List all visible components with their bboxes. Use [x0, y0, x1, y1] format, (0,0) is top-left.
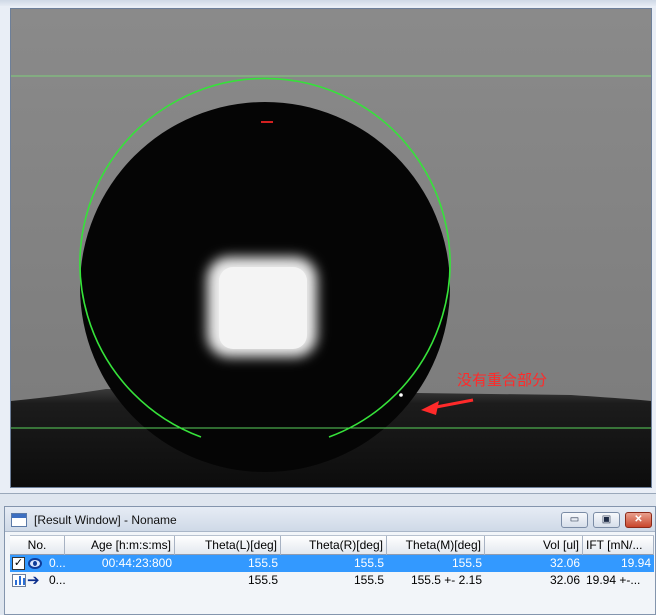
- results-table-header: No. Age [h:m:s:ms] Theta(L)[deg] Theta(R…: [10, 535, 654, 555]
- image-window: 没有重合部分: [0, 0, 656, 494]
- arrow-right-icon: ➔: [27, 572, 40, 589]
- cell-theta-r: 155.5: [353, 556, 384, 570]
- result-window-titlebar: [Result Window] - Noname ▭ ▣ ✕: [5, 507, 655, 532]
- table-row[interactable]: ➔ 0... 155.5 155.5 155.5 +- 2.15 32.06 1…: [10, 572, 654, 589]
- col-header-no[interactable]: No.: [10, 536, 65, 555]
- cell-age: [65, 572, 175, 589]
- result-window: [Result Window] - Noname ▭ ▣ ✕ No. Age […: [4, 506, 656, 615]
- drop-image: [11, 9, 651, 487]
- cell-vol: 32.06: [549, 556, 580, 570]
- cell-theta-m: 155.5: [451, 556, 482, 570]
- cell-ift: 19.94 +-...: [586, 573, 641, 587]
- annotation-label: 没有重合部分: [457, 371, 548, 389]
- result-window-icon: [11, 513, 27, 527]
- cell-theta-r: 155.5: [353, 573, 384, 587]
- cell-theta-l: 155.5: [247, 573, 278, 587]
- row-checkbox[interactable]: ✓: [12, 557, 25, 570]
- col-header-theta-l[interactable]: Theta(L)[deg]: [175, 536, 281, 555]
- bright-dot: [399, 393, 403, 397]
- cell-ift: 19.94: [620, 556, 651, 570]
- bar-chart-icon[interactable]: [12, 574, 26, 587]
- maximize-button[interactable]: ▣: [593, 512, 620, 528]
- cell-theta-l: 155.5: [247, 556, 278, 570]
- result-window-title: [Result Window] - Noname: [34, 513, 177, 527]
- col-header-theta-m[interactable]: Theta(M)[deg]: [387, 536, 485, 555]
- minimize-button[interactable]: ▭: [561, 512, 588, 528]
- image-window-topbar: [0, 0, 656, 6]
- col-header-theta-r[interactable]: Theta(R)[deg]: [281, 536, 387, 555]
- close-button[interactable]: ✕: [625, 512, 652, 528]
- col-header-age[interactable]: Age [h:m:s:ms]: [65, 536, 175, 555]
- cell-theta-m: 155.5 +- 2.15: [410, 573, 482, 587]
- drop-reflection-core: [219, 267, 307, 349]
- results-table: No. Age [h:m:s:ms] Theta(L)[deg] Theta(R…: [10, 535, 654, 589]
- table-row[interactable]: ✓ 0... 00:44:23:800 155.5 155.5 155.5 32…: [10, 555, 654, 572]
- col-header-vol[interactable]: Vol [ul]: [485, 536, 583, 555]
- drop-image-viewport[interactable]: [10, 8, 652, 488]
- cell-vol: 32.06: [549, 573, 580, 587]
- cell-age: 00:44:23:800: [101, 556, 172, 570]
- col-header-ift[interactable]: IFT [mN/...: [583, 536, 654, 555]
- eye-icon[interactable]: [28, 558, 42, 569]
